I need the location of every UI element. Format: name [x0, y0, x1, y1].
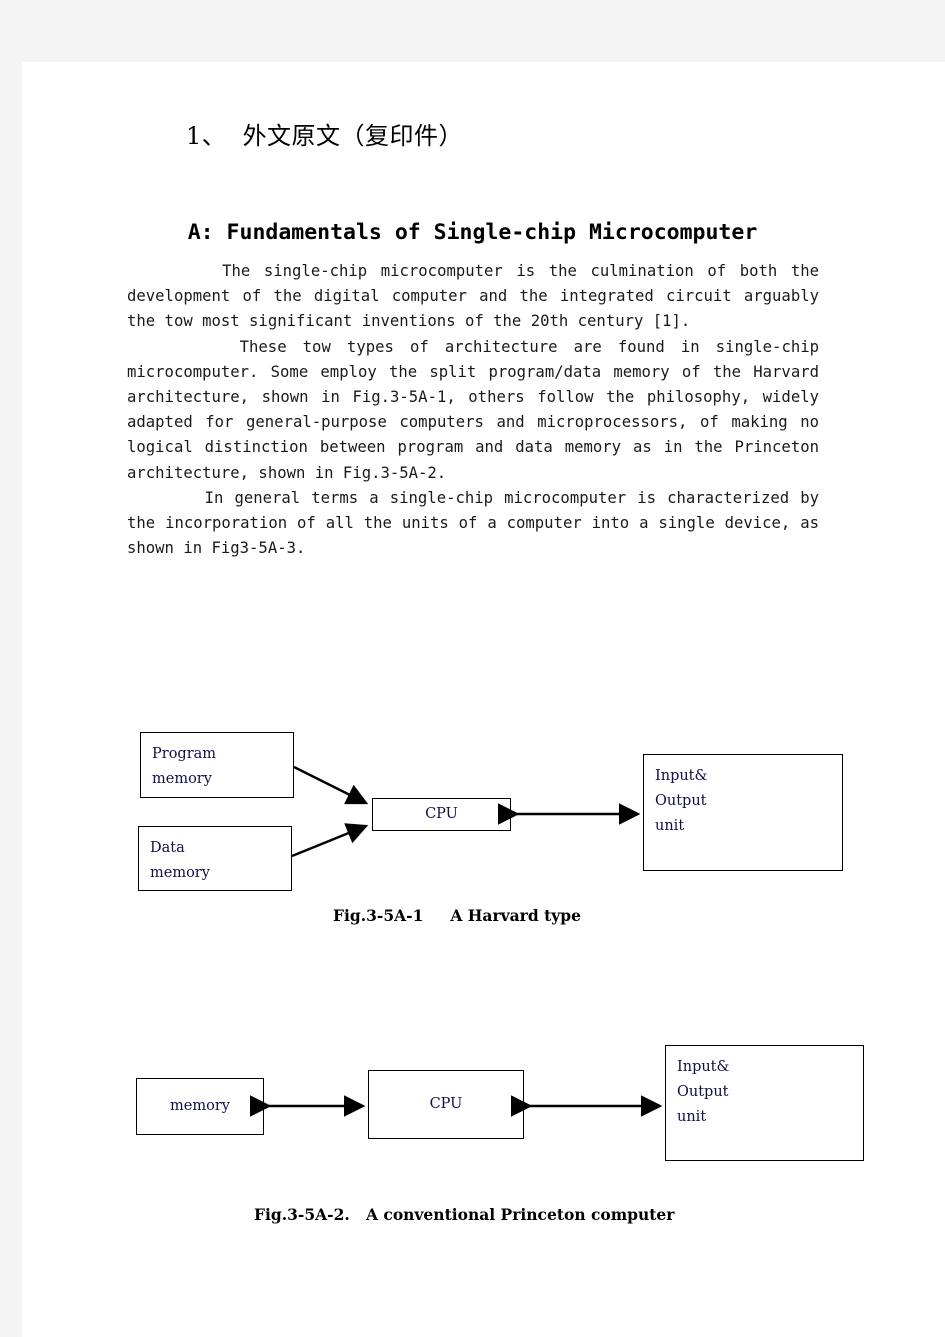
page-canvas: 1、 外文原文（复印件） A: Fundamentals of Single-c…	[22, 62, 945, 1337]
article-body: The single-chip microcomputer is the cul…	[127, 259, 819, 561]
figure2-memory-label: memory	[170, 1098, 230, 1115]
figure1-io-unit-label: Input& Output unit	[655, 768, 708, 834]
figure1-program-memory-label: Program memory	[152, 746, 217, 787]
figure1-data-memory-label: Data memory	[150, 840, 210, 881]
figure2-box-io-unit: Input& Output unit	[665, 1045, 864, 1161]
figure1-box-io-unit: Input& Output unit	[643, 754, 843, 871]
paragraph-1: The single-chip microcomputer is the cul…	[127, 262, 829, 331]
page-title: A: Fundamentals of Single-chip Microcomp…	[187, 220, 758, 245]
figure2-caption: Fig.3-5A-2. A conventional Princeton com…	[254, 1205, 675, 1224]
figure1-caption: Fig.3-5A-1 A Harvard type	[333, 906, 581, 925]
figure1-box-program-memory: Program memory	[140, 732, 294, 798]
figure1-cpu-label: CPU	[425, 806, 458, 823]
paragraph-2: These tow types of architecture are foun…	[127, 337, 829, 482]
figure1-box-cpu: CPU	[372, 798, 511, 831]
document-page: 1、 外文原文（复印件） A: Fundamentals of Single-c…	[0, 0, 945, 1337]
paragraph-3: In general terms a single-chip microcomp…	[127, 488, 829, 558]
figure2-box-memory: memory	[136, 1078, 264, 1135]
figure2-cpu-label: CPU	[429, 1096, 463, 1113]
figure2-io-unit-label: Input& Output unit	[677, 1059, 730, 1125]
figure2-box-cpu: CPU	[368, 1070, 524, 1139]
figure1-box-data-memory: Data memory	[138, 826, 292, 891]
section-heading: 1、 外文原文（复印件）	[186, 122, 464, 150]
